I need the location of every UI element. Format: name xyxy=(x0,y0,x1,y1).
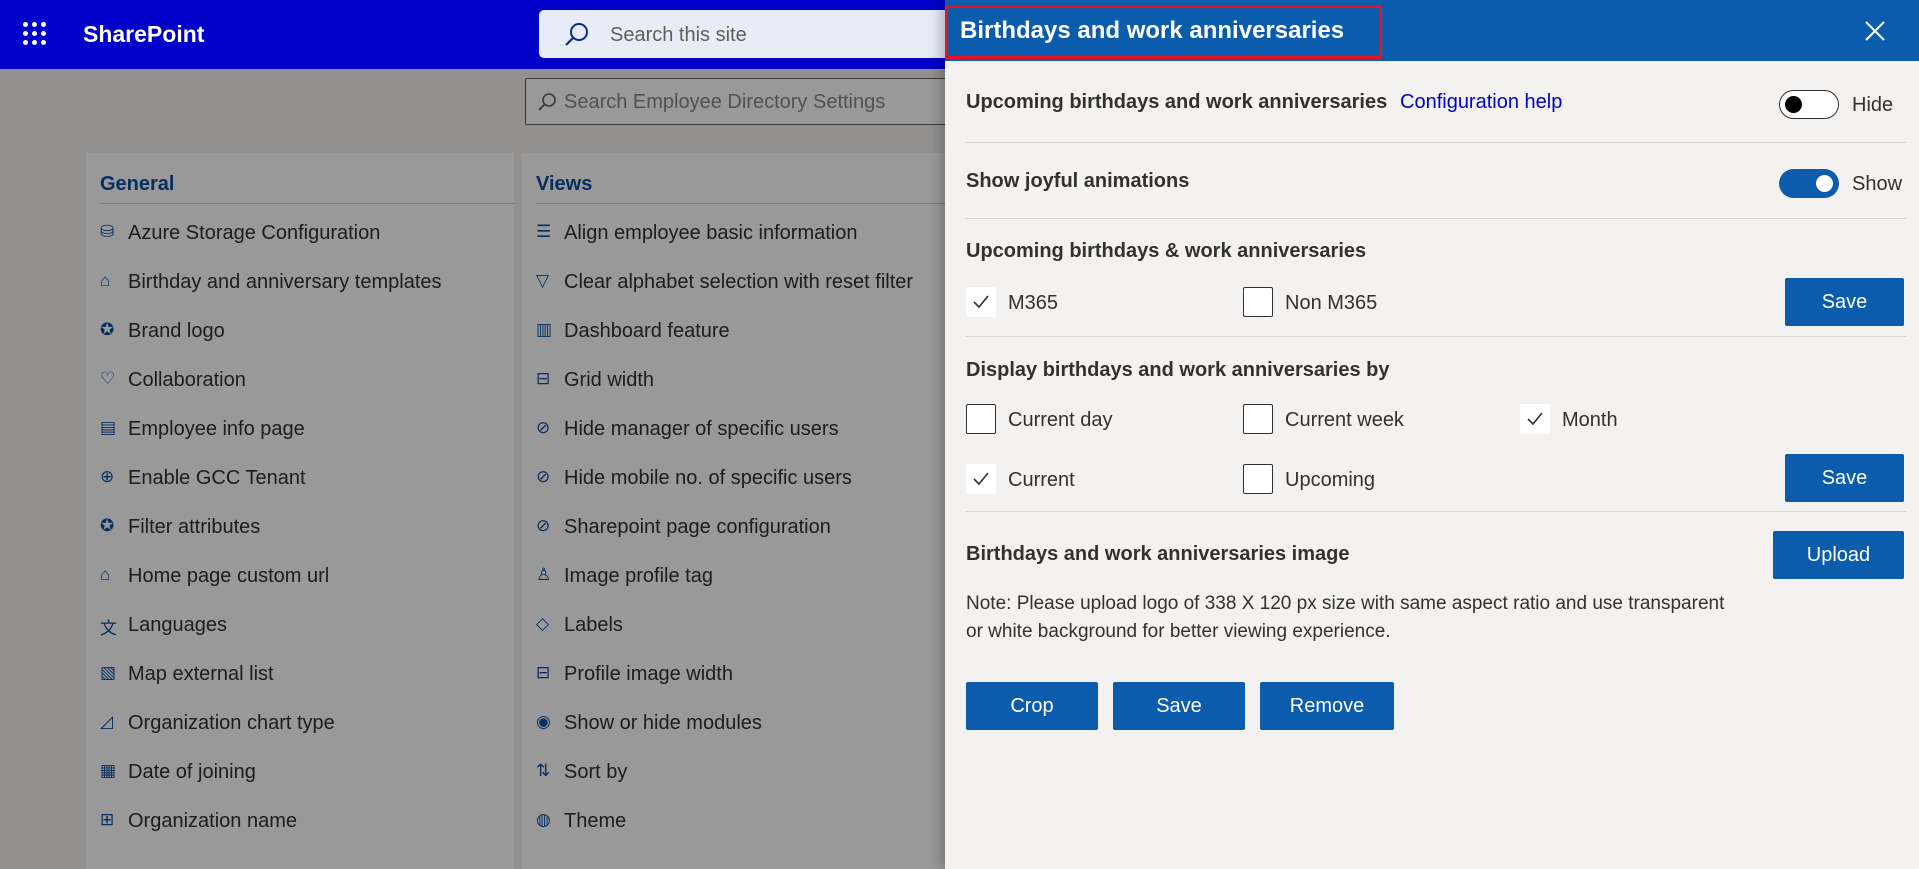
upload-button[interactable]: Upload xyxy=(1773,531,1904,579)
search-icon xyxy=(565,23,588,46)
current-week-label: Current week xyxy=(1285,409,1404,431)
modal-overlay[interactable] xyxy=(0,69,945,869)
upcoming-toggle[interactable] xyxy=(1779,90,1839,119)
audience-save-button[interactable]: Save xyxy=(1785,278,1904,326)
upcoming-toggle-label: Hide xyxy=(1852,94,1894,116)
display-by-save-button[interactable]: Save xyxy=(1785,454,1904,502)
close-icon[interactable] xyxy=(1861,17,1889,45)
current-week-checkbox[interactable] xyxy=(1243,404,1273,434)
checkmark-icon xyxy=(973,295,989,309)
current-label: Current xyxy=(1008,469,1075,491)
image-size-note: Note: Please upload logo of 338 X 120 px… xyxy=(966,593,1725,642)
current-checkbox[interactable] xyxy=(966,464,996,494)
animations-toggle[interactable] xyxy=(1779,169,1839,198)
configuration-help-link[interactable]: Configuration help xyxy=(1400,91,1562,114)
site-search-placeholder: Search this site xyxy=(610,24,747,46)
image-heading: Birthdays and work anniversaries image xyxy=(966,543,1350,565)
birthdays-settings-panel: Birthdays and work anniversaries Upcomin… xyxy=(945,0,1919,869)
divider xyxy=(965,218,1906,219)
month-checkbox[interactable] xyxy=(1520,404,1550,434)
audience-heading: Upcoming birthdays & work anniversaries xyxy=(966,240,1367,262)
current-day-label: Current day xyxy=(1008,409,1113,431)
non-m365-checkbox[interactable] xyxy=(1243,287,1273,317)
animations-label: Show joyful animations xyxy=(966,170,1190,192)
checkmark-icon xyxy=(973,472,989,486)
upcoming-option-label: Upcoming xyxy=(1285,469,1376,491)
toggle-knob xyxy=(1785,96,1802,113)
remove-button[interactable]: Remove xyxy=(1260,682,1394,730)
divider xyxy=(965,511,1906,512)
non-m365-label: Non M365 xyxy=(1285,292,1378,314)
toggle-knob xyxy=(1816,175,1833,192)
m365-checkbox[interactable] xyxy=(966,287,996,317)
m365-label: M365 xyxy=(1008,292,1059,314)
animations-toggle-label: Show xyxy=(1852,173,1903,195)
upcoming-label: Upcoming birthdays and work anniversarie… xyxy=(966,91,1388,113)
display-by-heading: Display birthdays and work anniversaries… xyxy=(966,359,1390,381)
app-launcher-icon[interactable] xyxy=(23,22,47,46)
crop-button[interactable]: Crop xyxy=(966,682,1098,730)
checkmark-icon xyxy=(1527,412,1543,426)
month-label: Month xyxy=(1562,409,1618,431)
divider xyxy=(965,142,1906,143)
app-name[interactable]: SharePoint xyxy=(83,21,204,48)
panel-title: Birthdays and work anniversaries xyxy=(960,17,1345,44)
upcoming-checkbox[interactable] xyxy=(1243,464,1273,494)
image-save-button[interactable]: Save xyxy=(1113,682,1245,730)
divider xyxy=(965,336,1906,337)
panel-header: Birthdays and work anniversaries xyxy=(945,0,1919,61)
current-day-checkbox[interactable] xyxy=(966,404,996,434)
site-search-box[interactable]: Search this site xyxy=(539,10,959,58)
